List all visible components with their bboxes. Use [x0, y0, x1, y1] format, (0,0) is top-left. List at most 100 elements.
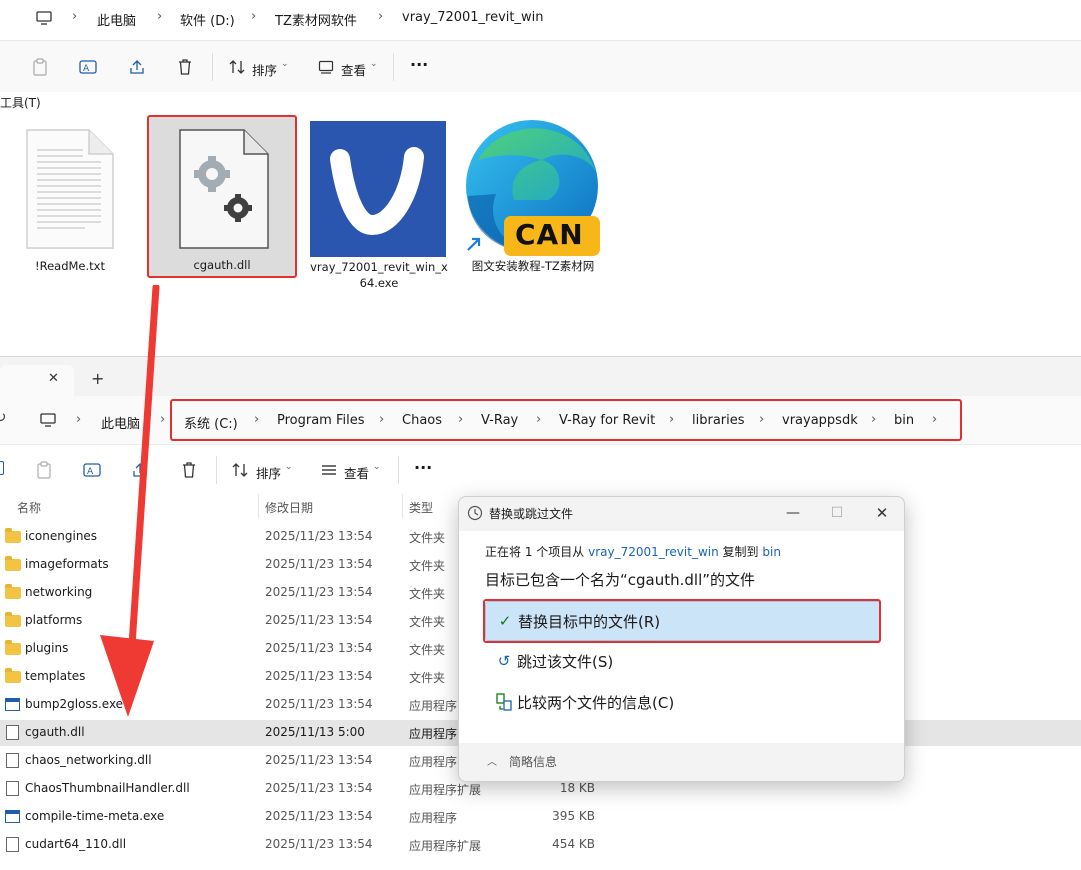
item-type: 应用程序扩展: [409, 783, 482, 797]
column-divider[interactable]: [402, 494, 403, 518]
item-date: 2025/11/23 13:54: [265, 641, 373, 655]
file-name-vray-line1: vray_72001_revit_win_x: [310, 260, 448, 274]
sort-button[interactable]: 排序: [252, 60, 277, 79]
file-tile-edge-shortcut[interactable]: CAN 图文安装教程-TZ素材网: [460, 118, 606, 278]
view-icon[interactable]: [316, 57, 336, 77]
exe-file-icon: [5, 810, 20, 823]
column-header-type[interactable]: 类型: [409, 499, 433, 516]
chevron-down-icon: ⌄: [373, 462, 381, 472]
file-tile-readme[interactable]: !ReadMe.txt: [20, 126, 120, 276]
dll-file-icon: [6, 725, 19, 740]
tab-close-icon[interactable]: ✕: [48, 371, 59, 386]
item-type: 文件夹: [409, 531, 446, 545]
skip-file-label: 跳过该文件(S): [517, 653, 614, 671]
tools-menu-label[interactable]: 工具(T): [0, 94, 41, 111]
computer-icon[interactable]: [38, 410, 58, 430]
delete-icon[interactable]: [179, 460, 199, 480]
dll-file-icon: [6, 837, 19, 852]
toolbar-separator: [216, 456, 217, 484]
compare-files-label: 比较两个文件的信息(C): [517, 694, 675, 712]
chevron-down-icon: ⌄: [370, 59, 378, 69]
chevron-right-icon: ›: [72, 9, 78, 24]
refresh-icon[interactable]: ↻: [0, 408, 7, 426]
rename-icon[interactable]: A: [78, 57, 98, 77]
destination-folder-link[interactable]: bin: [762, 545, 781, 559]
item-size: 454 KB: [552, 837, 595, 851]
breadcrumb-vray-folder[interactable]: vray_72001_revit_win: [402, 10, 544, 25]
chevron-down-icon: ⌄: [285, 462, 293, 472]
item-date: 2025/11/23 13:54: [265, 753, 373, 767]
top-address-bar: › 此电脑 › 软件 (D:) › TZ素材网软件 › vray_72001_r…: [0, 0, 1081, 38]
share-icon[interactable]: [127, 57, 147, 77]
view-icon[interactable]: [319, 460, 339, 480]
item-name: iconengines: [25, 529, 98, 543]
chevron-up-icon: ︿: [487, 757, 497, 768]
file-name-readme: !ReadMe.txt: [35, 259, 105, 273]
shortcut-arrow-icon: [464, 234, 484, 254]
skip-file-option[interactable]: ↺ 跳过该文件(S): [485, 642, 881, 682]
copy-info-line: 正在将 1 个项目从 vray_72001_revit_win 复制到 bin: [485, 543, 781, 560]
folder-icon: [5, 668, 21, 683]
item-date: 2025/11/23 13:54: [265, 669, 373, 683]
breadcrumb-drive-d[interactable]: 软件 (D:): [180, 10, 235, 29]
item-size: 395 KB: [552, 809, 595, 823]
computer-icon[interactable]: [34, 8, 54, 28]
item-date: 2025/11/23 13:54: [265, 557, 373, 571]
breadcrumb-tz-folder[interactable]: TZ素材网软件: [275, 10, 357, 29]
item-date: 2025/11/23 13:54: [265, 529, 373, 543]
new-item-icon[interactable]: [0, 461, 4, 475]
view-button[interactable]: 查看: [344, 463, 369, 482]
item-name: plugins: [25, 641, 69, 655]
item-name: networking: [25, 585, 93, 599]
toolbar-separator: [393, 53, 394, 81]
item-type: 应用程序: [409, 699, 458, 713]
tab-current[interactable]: [0, 365, 74, 397]
paste-icon[interactable]: [34, 460, 54, 480]
item-name: platforms: [25, 613, 83, 627]
item-type: 文件夹: [409, 587, 446, 601]
item-type: 应用程序: [409, 755, 458, 769]
view-button[interactable]: 查看: [341, 60, 366, 79]
breadcrumb-this-pc[interactable]: 此电脑: [97, 10, 136, 29]
highlight-box-address: [170, 399, 962, 441]
sort-icon[interactable]: [227, 57, 247, 77]
maximize-button[interactable]: ☐: [825, 501, 849, 525]
source-folder-link[interactable]: vray_72001_revit_win: [588, 545, 719, 559]
column-divider[interactable]: [258, 494, 259, 518]
file-tile-vray-exe[interactable]: vray_72001_revit_win_x 64.exe: [306, 120, 452, 290]
item-date: 2025/11/23 13:54: [265, 585, 373, 599]
item-type: 文件夹: [409, 559, 446, 573]
item-type: 文件夹: [409, 643, 446, 657]
exe-file-icon: [5, 698, 20, 711]
close-button[interactable]: ✕: [870, 501, 894, 525]
conflict-heading: 目标已包含一个名为“cgauth.dll”的文件: [485, 571, 756, 589]
sort-button[interactable]: 排序: [256, 463, 281, 482]
delete-icon[interactable]: [175, 57, 195, 77]
folder-icon: [5, 640, 21, 655]
minimize-button[interactable]: —: [781, 501, 805, 525]
highlight-box-cgauth: [147, 115, 297, 278]
compare-files-option[interactable]: 比较两个文件的信息(C): [485, 683, 881, 723]
paste-icon[interactable]: [30, 57, 50, 77]
list-item[interactable]: cudart64_110.dll 2025/11/23 13:54 应用程序扩展…: [0, 832, 1081, 858]
item-type: 应用程序扩展: [409, 839, 482, 853]
column-header-date[interactable]: 修改日期: [265, 499, 313, 516]
folder-icon: [5, 556, 21, 571]
sort-icon[interactable]: [230, 460, 250, 480]
folder-icon: [5, 612, 21, 627]
item-date: 2025/11/23 13:54: [265, 781, 373, 795]
fewer-details-toggle[interactable]: 简略信息: [509, 753, 557, 770]
item-size: 18 KB: [559, 781, 595, 795]
folder-icon: [5, 584, 21, 599]
column-header-name[interactable]: 名称: [17, 499, 41, 516]
top-command-bar: A 排序 ⌄ 查看 ⌄ ···: [0, 40, 1081, 92]
item-name: templates: [25, 669, 86, 683]
list-item[interactable]: compile-time-meta.exe 2025/11/23 13:54 应…: [0, 804, 1081, 830]
item-type: 文件夹: [409, 615, 446, 629]
dll-file-icon: [6, 753, 19, 768]
item-name: cgauth.dll: [25, 725, 85, 739]
chevron-right-icon: ›: [251, 9, 257, 24]
more-options-button[interactable]: ···: [410, 55, 428, 74]
toolbar-separator: [398, 456, 399, 484]
more-options-button[interactable]: ···: [414, 458, 432, 477]
